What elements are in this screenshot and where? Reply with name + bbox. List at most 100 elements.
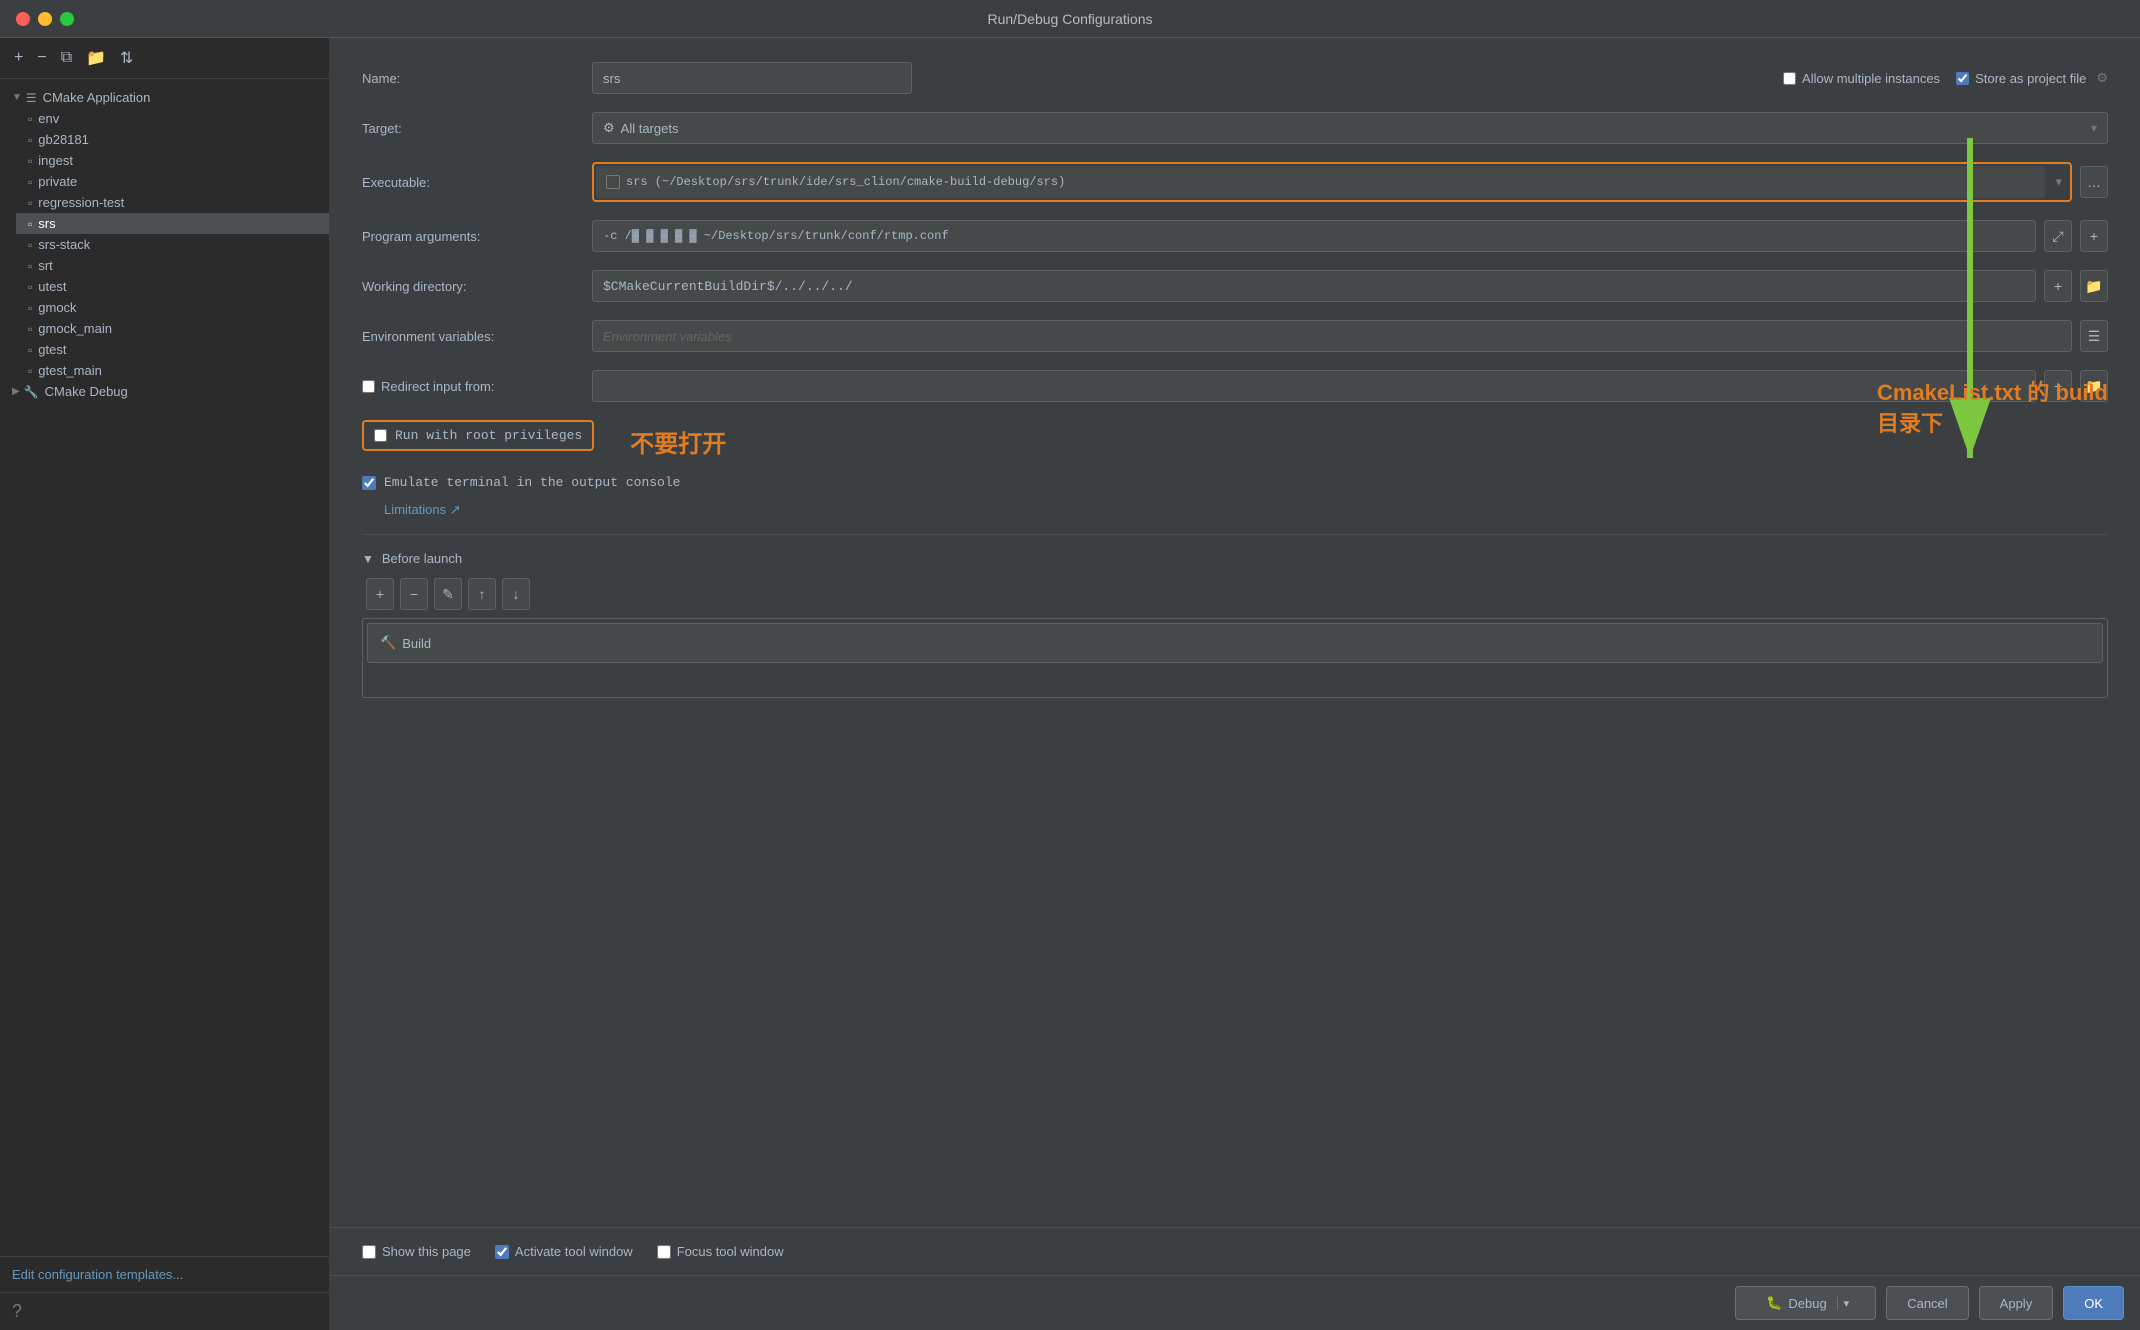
tree-item-srs[interactable]: ▫ srs (16, 213, 329, 234)
emulate-terminal-checkbox[interactable] (362, 476, 376, 490)
window-title: Run/Debug Configurations (988, 11, 1153, 27)
before-launch-arrow-icon: ▼ (362, 552, 374, 566)
sidebar: + − ⧉ 📁 ⇅ ▼ ☰ CMake Application ▫ env ▫ … (0, 38, 330, 1330)
tree-group-cmake-debug[interactable]: ▶ 🔧 CMake Debug (0, 381, 329, 402)
target-chevron-icon: ▾ (2091, 121, 2097, 135)
tree-item-gmock[interactable]: ▫ gmock (16, 297, 329, 318)
action-bar: 🐛 Debug ▾ Cancel Apply OK (330, 1275, 2140, 1330)
redirect-input-checkbox[interactable] (362, 380, 375, 393)
build-item-label: Build (402, 636, 431, 651)
executable-browse-button[interactable]: … (2080, 166, 2108, 198)
root-privileges-label: Run with root privileges (395, 428, 582, 443)
cancel-button[interactable]: Cancel (1886, 1286, 1968, 1320)
header-options: Allow multiple instances Store as projec… (1783, 70, 2108, 86)
cmake-debug-label: CMake Debug (45, 384, 128, 399)
before-launch-remove-button[interactable]: − (400, 578, 428, 610)
executable-input[interactable]: srs (~/Desktop/srs/trunk/ide/srs_clion/c… (596, 166, 2045, 198)
tree-item-srs-stack[interactable]: ▫ srs-stack (16, 234, 329, 255)
build-item[interactable]: 🔨 Build (367, 623, 2103, 663)
root-privileges-checkbox[interactable] (374, 429, 387, 442)
maximize-button[interactable] (60, 12, 74, 26)
env-vars-edit-button[interactable]: ☰ (2080, 320, 2108, 352)
sort-button[interactable]: ⇅ (118, 46, 135, 70)
store-project-checkbox[interactable] (1956, 72, 1969, 85)
sidebar-tree: ▼ ☰ CMake Application ▫ env ▫ gb28181 ▫ … (0, 79, 329, 1256)
name-input[interactable] (592, 62, 912, 94)
activate-tool-label: Activate tool window (515, 1244, 633, 1259)
target-control: ⚙ All targets ▾ (592, 112, 2108, 144)
sidebar-help[interactable]: ? (0, 1292, 329, 1330)
working-dir-browse-button[interactable]: 📁 (2080, 270, 2108, 302)
ok-button[interactable]: OK (2063, 1286, 2124, 1320)
program-args-expand-button[interactable]: ⤢ (2044, 220, 2072, 252)
emulate-terminal-label: Emulate terminal in the output console (384, 475, 680, 490)
store-project-icon: ⚙ (2096, 70, 2108, 86)
tree-item-regression-test[interactable]: ▫ regression-test (16, 192, 329, 213)
debug-dropdown-arrow[interactable]: ▾ (1837, 1297, 1856, 1310)
edit-templates-link[interactable]: Edit configuration templates... (12, 1267, 183, 1282)
content-area: Name: Allow multiple instances Store as … (330, 38, 2140, 1330)
apply-button[interactable]: Apply (1979, 1286, 2054, 1320)
name-control: Allow multiple instances Store as projec… (592, 62, 2108, 94)
working-dir-row: Working directory: $CMakeCurrentBuildDir… (362, 270, 2108, 302)
allow-multiple-checkbox[interactable] (1783, 72, 1796, 85)
focus-tool-checkbox[interactable] (657, 1245, 671, 1259)
tree-item-env[interactable]: ▫ env (16, 108, 329, 129)
before-launch-header[interactable]: ▼ Before launch (362, 551, 2108, 566)
limitations-link[interactable]: Limitations ↗ (384, 502, 461, 517)
tree-item-gtest[interactable]: ▫ gtest (16, 339, 329, 360)
tree-item-gtest-main[interactable]: ▫ gtest_main (16, 360, 329, 381)
target-gear-icon: ⚙ (603, 120, 615, 136)
working-dir-add-button[interactable]: + (2044, 270, 2072, 302)
cmake-app-arrow: ▼ (12, 92, 22, 103)
add-config-button[interactable]: + (12, 47, 25, 69)
tree-item-ingest[interactable]: ▫ ingest (16, 150, 329, 171)
store-project-label: Store as project file (1975, 71, 2086, 86)
allow-multiple-label: Allow multiple instances (1802, 71, 1940, 86)
debug-icon: 🐛 (1766, 1295, 1782, 1311)
program-args-add-button[interactable]: + (2080, 220, 2108, 252)
env-vars-input[interactable]: Environment variables (592, 320, 2072, 352)
target-label: Target: (362, 121, 592, 136)
exe-file-icon (606, 175, 620, 189)
working-dir-control: $CMakeCurrentBuildDir$/../../../ + 📁 (592, 270, 2108, 302)
section-divider (362, 534, 2108, 535)
close-button[interactable] (16, 12, 30, 26)
root-privileges-section: Run with root privileges 不要打开 (362, 420, 2108, 463)
activate-tool-checkbox[interactable] (495, 1245, 509, 1259)
before-launch-edit-button[interactable]: ✎ (434, 578, 462, 610)
redirect-browse-button[interactable]: 📁 (2080, 370, 2108, 402)
copy-config-button[interactable]: ⧉ (59, 47, 74, 69)
tree-item-srt[interactable]: ▫ srt (16, 255, 329, 276)
show-page-checkbox[interactable] (362, 1245, 376, 1259)
program-args-label: Program arguments: (362, 229, 592, 244)
minimize-button[interactable] (38, 12, 52, 26)
show-page-option: Show this page (362, 1244, 471, 1259)
program-args-input[interactable]: -c /▓ ▓ ▓ ▓ ▓ ~/Desktop/srs/trunk/conf/r… (592, 220, 2036, 252)
target-dropdown[interactable]: ⚙ All targets ▾ (592, 112, 2108, 144)
redirect-input-control: + 📁 (592, 370, 2108, 402)
before-launch-up-button[interactable]: ↑ (468, 578, 496, 610)
debug-button[interactable]: 🐛 Debug ▾ (1735, 1286, 1876, 1320)
tree-group-cmake-app[interactable]: ▼ ☰ CMake Application (0, 87, 329, 108)
tree-item-utest[interactable]: ▫ utest (16, 276, 329, 297)
debug-label: Debug (1788, 1296, 1826, 1311)
tree-children: ▫ env ▫ gb28181 ▫ ingest ▫ private ▫ r (16, 108, 329, 381)
before-launch-down-button[interactable]: ↓ (502, 578, 530, 610)
title-bar: Run/Debug Configurations (0, 0, 2140, 38)
program-args-control: -c /▓ ▓ ▓ ▓ ▓ ~/Desktop/srs/trunk/conf/r… (592, 220, 2108, 252)
before-launch-add-button[interactable]: + (366, 578, 394, 610)
folder-button[interactable]: 📁 (84, 46, 108, 70)
tree-item-private[interactable]: ▫ private (16, 171, 329, 192)
before-launch-label: Before launch (382, 551, 462, 566)
tree-item-gb28181[interactable]: ▫ gb28181 (16, 129, 329, 150)
remove-config-button[interactable]: − (35, 47, 48, 69)
env-vars-control: Environment variables ☰ (592, 320, 2108, 352)
focus-tool-option: Focus tool window (657, 1244, 784, 1259)
redirect-add-button[interactable]: + (2044, 370, 2072, 402)
working-dir-input[interactable]: $CMakeCurrentBuildDir$/../../../ (592, 270, 2036, 302)
tree-item-gmock-main[interactable]: ▫ gmock_main (16, 318, 329, 339)
form-area: Name: Allow multiple instances Store as … (330, 38, 2140, 1227)
executable-value: srs (~/Desktop/srs/trunk/ide/srs_clion/c… (626, 175, 1065, 189)
redirect-input-field[interactable] (592, 370, 2036, 402)
